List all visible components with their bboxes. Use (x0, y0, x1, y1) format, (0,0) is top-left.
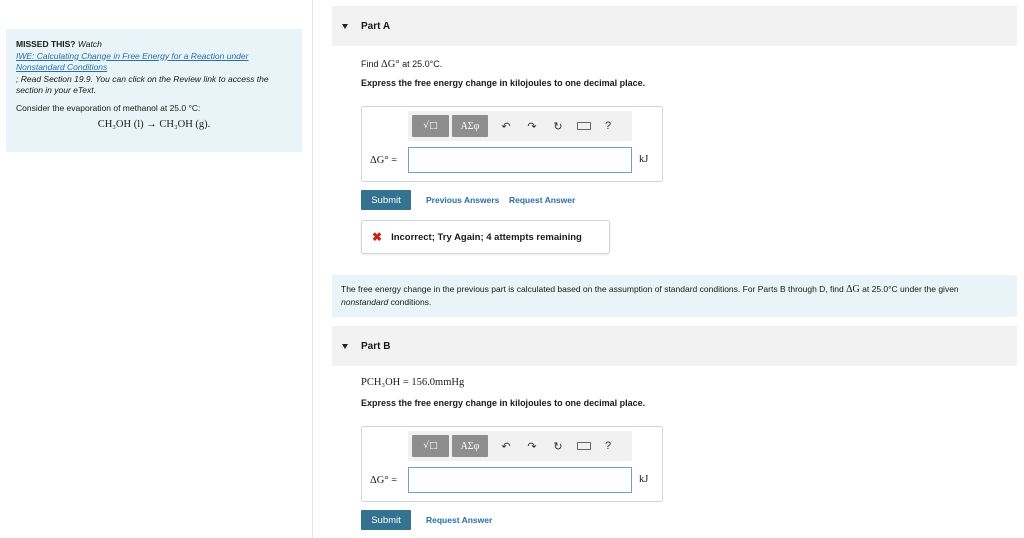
math-toolbar: √□ ΑΣφ ↶ ↷ ↻ ? (408, 111, 632, 141)
redo-icon[interactable]: ↷ (521, 440, 543, 453)
delta-g-label: ΔG° = (370, 155, 398, 166)
part-b-header[interactable]: Part B (332, 326, 1017, 366)
symbols-button[interactable]: ΑΣφ (452, 435, 488, 457)
collapse-triangle-icon (342, 23, 348, 29)
part-b-submit-button[interactable]: Submit (361, 510, 411, 530)
consider-text: Consider the evaporation of methanol at … (16, 102, 201, 113)
part-a-question: Find ΔG° at 25.0°C. (361, 59, 443, 70)
part-a-answer-input[interactable] (408, 147, 632, 173)
help-icon[interactable]: ? (597, 120, 619, 132)
missed-this-panel: MISSED THIS? Watch IWE: Calculating Chan… (6, 29, 302, 152)
part-a-header[interactable]: Part A (332, 6, 1017, 46)
keyboard-icon[interactable] (577, 122, 591, 130)
template-button[interactable]: √□ (412, 115, 449, 137)
unit-label: kJ (639, 154, 649, 165)
iwe-link[interactable]: IWE: Calculating Change in Free Energy f… (16, 51, 248, 73)
incorrect-feedback: ✖ Incorrect; Try Again; 4 attempts remai… (361, 220, 610, 254)
math-toolbar: √□ ΑΣφ ↶ ↷ ↻ ? (408, 431, 632, 461)
incorrect-x-icon: ✖ (372, 230, 383, 244)
part-b-instruction: Express the free energy change in kilojo… (361, 398, 646, 408)
part-b-answer-input[interactable] (408, 467, 632, 493)
vertical-divider (312, 0, 313, 538)
template-button[interactable]: √□ (412, 435, 449, 457)
nonstandard-note: The free energy change in the previous p… (332, 275, 1017, 317)
part-a-instruction: Express the free energy change in kilojo… (361, 78, 646, 88)
reset-icon[interactable]: ↻ (547, 440, 569, 453)
part-b-pressure: PCH₃OH = 156.0mmHg (361, 377, 465, 388)
delta-g-label: ΔG° = (370, 475, 398, 486)
undo-icon[interactable]: ↶ (495, 440, 517, 453)
symbols-button[interactable]: ΑΣφ (452, 115, 488, 137)
part-a-answer-box: √□ ΑΣφ ↶ ↷ ↻ ? ΔG° = kJ (361, 106, 663, 182)
reaction-equation: CH₃OH (l) → CH₃OH (g). (97, 119, 211, 130)
collapse-triangle-icon (342, 343, 348, 349)
part-b-answer-box: √□ ΑΣφ ↶ ↷ ↻ ? ΔG° = kJ (361, 426, 663, 502)
reset-icon[interactable]: ↻ (547, 120, 569, 133)
unit-label: kJ (639, 474, 649, 485)
watch-label: Watch (77, 39, 102, 49)
part-b-request-answer-link[interactable]: Request Answer (426, 515, 492, 525)
part-a-request-answer-link[interactable]: Request Answer (509, 195, 575, 205)
help-icon[interactable]: ? (597, 440, 619, 452)
read-section-text: ; Read Section 19.9. You can click on th… (16, 73, 269, 96)
previous-answers-link[interactable]: Previous Answers (426, 195, 499, 205)
part-a-submit-button[interactable]: Submit (361, 190, 411, 210)
undo-icon[interactable]: ↶ (495, 120, 517, 133)
keyboard-icon[interactable] (577, 442, 591, 450)
missed-this-heading: MISSED THIS? Watch (16, 39, 102, 49)
redo-icon[interactable]: ↷ (521, 120, 543, 133)
